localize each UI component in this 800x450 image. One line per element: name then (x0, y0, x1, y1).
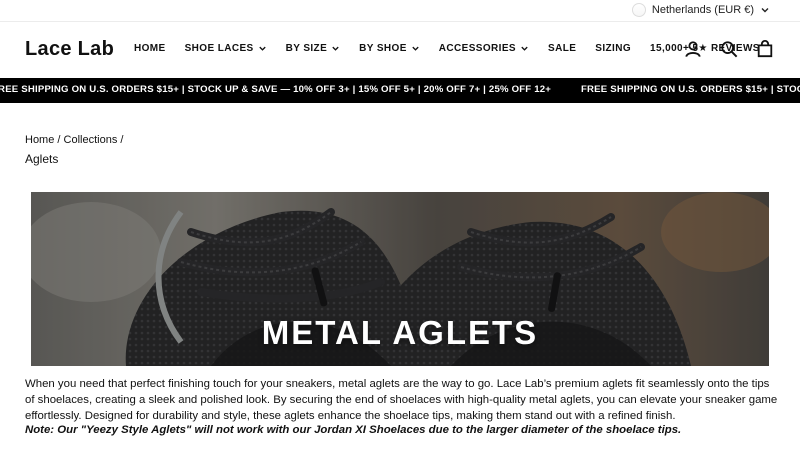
nav-by-size[interactable]: BY SIZE (286, 43, 341, 54)
collection-hero-banner: METAL AGLETS (31, 192, 769, 366)
cart-icon[interactable] (756, 40, 774, 58)
breadcrumb-collections-link[interactable]: Collections (64, 134, 118, 146)
nav-sizing-label: SIZING (595, 43, 632, 54)
top-utility-bar: Netherlands (EUR €) (0, 0, 800, 22)
locale-label: Netherlands (EUR €) (651, 4, 754, 16)
breadcrumb: Home / Collections / (25, 134, 123, 146)
collection-note: Note: Our "Yeezy Style Aglets" will not … (25, 424, 682, 436)
flag-icon (631, 3, 646, 17)
nav-home[interactable]: HOME (134, 43, 166, 54)
hero-title: METAL AGLETS (261, 314, 539, 351)
promo-marquee: FREE SHIPPING ON U.S. ORDERS $15+ | STOC… (0, 78, 800, 103)
collection-description: When you need that perfect finishing tou… (25, 378, 778, 422)
nav-shoe-laces-label: SHOE LACES (184, 43, 254, 54)
nav-shoe-laces[interactable]: SHOE LACES (185, 43, 267, 54)
breadcrumb-separator: / (57, 134, 61, 146)
site-header: Lace Lab HOME SHOE LACES BY SIZE BY SHOE… (0, 22, 800, 78)
breadcrumb-home-link[interactable]: Home (25, 134, 54, 146)
chevron-down-icon (412, 46, 419, 51)
account-icon[interactable] (684, 40, 702, 58)
promo-track: FREE SHIPPING ON U.S. ORDERS $15+ | STOC… (0, 84, 800, 95)
header-icons (684, 40, 774, 58)
nav-accessories[interactable]: ACCESSORIES (439, 43, 529, 54)
locale-selector[interactable]: Netherlands (EUR €) (631, 3, 770, 17)
nav-home-label: HOME (134, 43, 166, 54)
breadcrumb-current: Aglets (25, 152, 59, 166)
promo-message: FREE SHIPPING ON U.S. ORDERS $15+ | STOC… (0, 84, 552, 95)
nav-accessories-label: ACCESSORIES (438, 43, 516, 54)
nav-by-size-label: BY SIZE (285, 43, 328, 54)
nav-sale-label: SALE (548, 43, 577, 54)
nav-by-shoe-label: BY SHOE (359, 43, 407, 54)
nav-by-shoe[interactable]: BY SHOE (359, 43, 420, 54)
main-nav: HOME SHOE LACES BY SIZE BY SHOE ACCESSOR… (134, 43, 779, 54)
site-logo[interactable]: Lace Lab (25, 38, 114, 61)
breadcrumb-separator: / (120, 134, 124, 146)
chevron-down-icon (258, 46, 266, 51)
nav-sale[interactable]: SALE (548, 43, 576, 54)
chevron-down-icon (332, 46, 339, 51)
chevron-down-icon (761, 8, 769, 13)
search-icon[interactable] (720, 40, 738, 58)
chevron-down-icon (521, 46, 528, 51)
promo-message: FREE SHIPPING ON U.S. ORDERS $15+ | STOC… (580, 84, 800, 95)
nav-sizing[interactable]: SIZING (595, 43, 631, 54)
